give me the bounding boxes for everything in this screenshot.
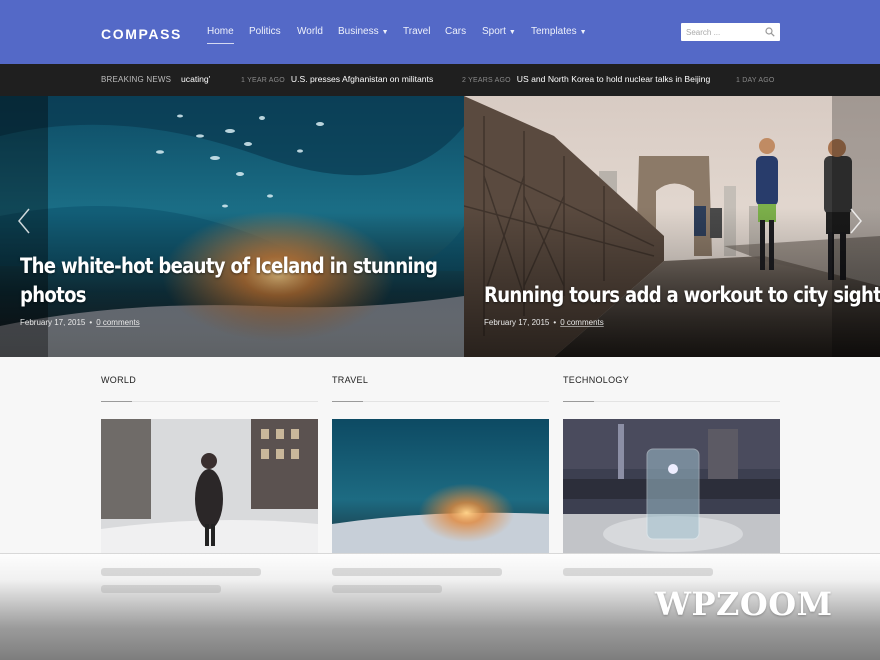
ticker-headline: U.S. presses Afghanistan on militants — [290, 74, 434, 84]
world-thumbnail[interactable] — [101, 419, 318, 553]
breaking-news-track: ucating' 1 YEAR AGO U.S. presses Afghanis… — [181, 64, 780, 96]
travel-thumbnail[interactable] — [332, 419, 549, 553]
slide-comments-link[interactable]: 0 comments — [560, 318, 604, 327]
nav-item-business[interactable]: Business ▼ — [338, 26, 389, 37]
nav-item-cars[interactable]: Cars — [445, 26, 466, 37]
featured-slider: The white-hot beauty of Iceland in stunn… — [0, 96, 880, 357]
slide-title-line: Running tours add a workout to city sigh… — [484, 283, 880, 307]
section-title-technology[interactable]: TECHNOLOGY — [563, 375, 629, 385]
nav-item-templates[interactable]: Templates ▼ — [531, 26, 587, 37]
breaking-news-label: BREAKING NEWS — [101, 75, 172, 84]
slide-comments-link[interactable]: 0 comments — [96, 318, 140, 327]
nav-item-label: World — [297, 26, 323, 37]
ticker-item[interactable]: 1 DAY AGOA — [736, 74, 780, 84]
ticker-time: 1 DAY AGO — [736, 77, 775, 84]
search-icon[interactable] — [765, 27, 775, 37]
caret-down-icon: ▼ — [381, 29, 389, 36]
section-divider — [101, 401, 318, 402]
slide-title[interactable]: The white-hot beauty of Iceland in stunn… — [20, 252, 438, 310]
breaking-news-bar: BREAKING NEWS ucating' 1 YEAR AGO U.S. pr… — [0, 64, 880, 96]
ticker-item[interactable]: 2 YEARS AGO US and North Korea to hold nu… — [462, 74, 710, 84]
slide-title[interactable]: Running tours add a workout to city sigh… — [484, 281, 880, 310]
ticker-headline: US and North Korea to hold nuclear talks… — [516, 74, 711, 84]
ticker-headline: ucating' — [181, 74, 211, 84]
slide-running-tours[interactable]: Running tours add a workout to city sigh… — [464, 96, 880, 357]
thumbnail-image — [332, 419, 549, 553]
slide-date: February 17, 2015 — [20, 318, 86, 327]
section-title-travel[interactable]: TRAVEL — [332, 375, 368, 385]
nav-item-label: Templates — [531, 26, 577, 37]
wpzoom-logo: WPZOOM — [655, 585, 833, 623]
blurred-text — [332, 585, 442, 593]
thumbnail-image — [563, 419, 780, 553]
chevron-left-icon[interactable] — [17, 208, 31, 234]
slide-title-line: The white-hot beauty of Iceland in stunn… — [20, 254, 438, 278]
search-box — [681, 23, 780, 41]
section-divider — [332, 401, 549, 402]
nav-item-politics[interactable]: Politics — [249, 26, 281, 37]
nav-item-label: Cars — [445, 26, 467, 37]
slide-iceland[interactable]: The white-hot beauty of Iceland in stunn… — [0, 96, 464, 357]
slide-meta: February 17, 2015 • 0 comments — [484, 318, 604, 327]
section-title-world[interactable]: WORLD — [101, 375, 136, 385]
thumbnail-image — [101, 419, 318, 553]
site-logo[interactable]: COMPASS — [101, 26, 182, 42]
ticker-item[interactable]: 1 YEAR AGO U.S. presses Afghanistan on mi… — [241, 74, 433, 84]
technology-thumbnail[interactable] — [563, 419, 780, 553]
nav-item-world[interactable]: World — [297, 26, 323, 37]
nav-item-label: Home — [207, 26, 234, 37]
ticker-time: 1 YEAR AGO — [241, 77, 285, 84]
caret-down-icon: ▼ — [579, 29, 587, 36]
site-header: COMPASS Home Politics World Business ▼ Tr… — [0, 0, 880, 64]
chevron-right-icon[interactable] — [849, 208, 863, 234]
nav-item-label: Sport — [482, 26, 506, 37]
ticker-time: 2 YEARS AGO — [462, 77, 511, 84]
nav-item-travel[interactable]: Travel — [403, 26, 430, 37]
nav-item-home[interactable]: Home — [207, 26, 234, 44]
nav-item-label: Politics — [249, 26, 281, 37]
caret-down-icon: ▼ — [508, 29, 516, 36]
slide-date: February 17, 2015 — [484, 318, 550, 327]
slide-title-line: photos — [20, 283, 87, 307]
blurred-text — [101, 568, 261, 576]
blurred-text — [563, 568, 713, 576]
slide-meta: February 17, 2015 • 0 comments — [20, 318, 140, 327]
nav-item-label: Travel — [403, 26, 431, 37]
blurred-text — [332, 568, 502, 576]
nav-item-sport[interactable]: Sport ▼ — [482, 26, 516, 37]
section-divider — [563, 401, 780, 402]
ticker-item[interactable]: ucating' — [181, 74, 210, 84]
blurred-text — [101, 585, 221, 593]
search-input[interactable] — [686, 26, 762, 38]
divider — [0, 553, 880, 554]
nav-item-label: Business — [338, 26, 379, 37]
